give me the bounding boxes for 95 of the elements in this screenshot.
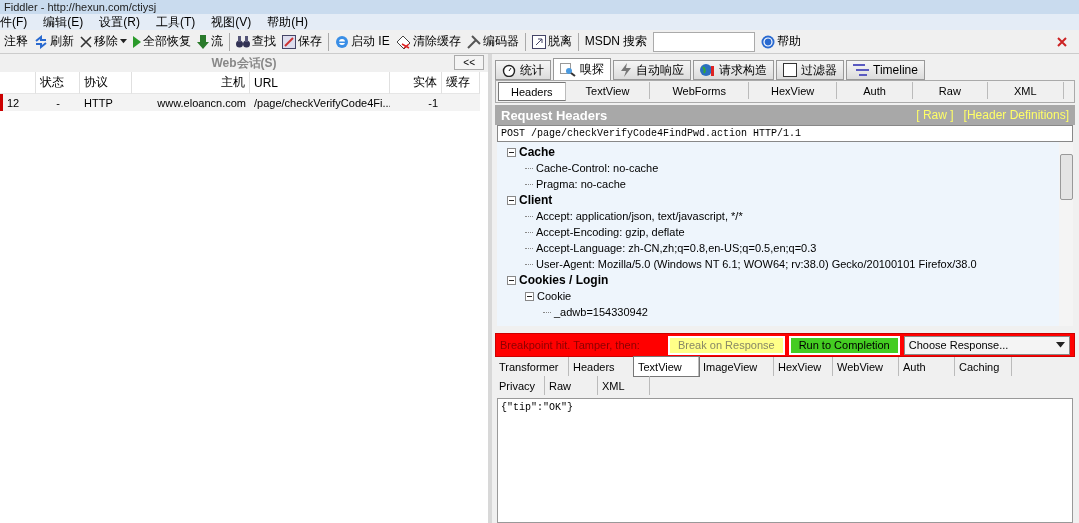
tab[interactable]: Headers [498,82,566,101]
toolbar-button[interactable]: 保存 [282,33,322,50]
menu-item[interactable]: 帮助(H) [267,13,308,31]
header-field: Cookie [537,290,572,302]
inspect-icon [560,62,576,77]
search-label: MSDN 搜索 [584,33,648,50]
close-x-icon [80,35,92,48]
browser-e-icon [335,34,349,49]
timeline-icon [853,64,869,76]
detach-window-icon [531,34,546,49]
toolbar-button[interactable]: 查找 [236,33,276,50]
lightning-icon [620,63,632,77]
toolbar-button[interactable]: 注释 [4,33,28,50]
table-cell: HTTP [80,94,132,111]
tab[interactable]: Raw [912,82,988,99]
breakpoint-button[interactable]: Run to Completion [788,335,900,355]
menu-item[interactable]: 编辑(E) [43,13,84,31]
down-arrow-icon [197,34,209,49]
search-field[interactable] [653,31,756,52]
menu-item[interactable]: 设置(R) [99,13,140,31]
tab[interactable]: TextView [565,82,651,99]
collapse-minus-icon[interactable] [507,195,516,205]
dropdown-caret-icon [120,39,127,44]
table-cell: /page/checkVerifyCode4Fi... [250,94,390,111]
tab[interactable]: HexView [774,357,833,376]
header-field: Accept: application/json, text/javascript, */* [536,210,743,222]
header-field: Pragma: no-cache [536,178,626,190]
header-group: Cookies / Login [519,273,609,287]
table-cell [442,94,480,111]
header-field: User-Agent: Mozilla/5.0 (Windows NT 6.1; WOW64; rv:38.0) Gecko/20100101 Firefox/38.0 [536,258,977,270]
checkbox-icon [783,63,797,77]
scrollbar[interactable] [1059,142,1073,326]
header-group: Cache [519,145,556,159]
tab[interactable]: 统计 [495,60,551,80]
collapse-minus-icon[interactable] [525,291,534,301]
toolbar-button[interactable]: 全部恢复 [133,33,191,50]
toolbar-button[interactable]: 流 [197,33,223,50]
dropdown-caret-icon [1056,342,1065,348]
toolbar-button[interactable]: 脱离 [531,33,572,50]
binoculars-icon [236,35,250,48]
save-icon [282,34,296,49]
help-icon [761,34,776,49]
tab[interactable]: 过滤器 [776,60,844,80]
globe-icon [700,63,715,77]
tab[interactable]: XML [598,376,650,395]
header-field: _adwb=154330942 [554,306,648,318]
header-field: Accept-Language: zh-CN,zh;q=0.8,en-US;q=0.5,en;q=0.3 [536,242,817,254]
toolbar-button[interactable]: 启动 IE [335,33,390,50]
eraser-icon [395,34,411,49]
tab[interactable]: Caching [955,357,1012,376]
tab[interactable]: Auth [837,82,913,99]
collapse-minus-icon[interactable] [507,147,516,157]
section-title: Request Headers [501,107,608,123]
tab[interactable]: TextView [634,357,699,376]
collapse-button[interactable]: << [454,55,484,70]
play-icon [133,35,141,48]
tab[interactable]: 嗅探 [553,58,611,80]
header-field: Cache-Control: no-cache [536,162,659,174]
help-button[interactable]: 帮助 [761,33,802,50]
tab[interactable]: WebView [833,357,899,376]
refresh-arrows-icon [34,34,48,49]
response-dropdown[interactable]: Choose Response... [903,335,1070,355]
stopwatch-icon [502,63,516,77]
tab[interactable]: HexView [749,82,838,99]
toolbar-button[interactable]: 编码器 [466,33,519,50]
close-icon[interactable] [1057,36,1067,47]
tab[interactable]: WebForms [650,82,749,99]
response-text: {"tip":"OK"} [501,402,573,413]
breakpoint-message: Breakpoint hit. Tamper, then: [500,339,641,351]
window-title: Fiddler - http://hexun.com/ctiysj [4,0,157,14]
panel-title: Web会话(S) [211,54,277,72]
tab[interactable]: 请求构造 [693,60,774,80]
collapse-minus-icon[interactable] [507,275,516,285]
toolbar-button[interactable]: 清除缓存 [395,33,461,50]
tab[interactable]: Timeline [846,60,925,80]
table-cell: www.eloancn.com [132,94,250,111]
tab[interactable]: XML [987,82,1064,99]
tab[interactable]: 自动响应 [613,60,691,80]
table-cell: -1 [390,94,442,111]
tab[interactable]: ImageView [699,357,774,376]
menu-item[interactable]: 件(F) [0,13,28,31]
header-field: Accept-Encoding: gzip, deflate [536,226,685,238]
table-cell: - [36,94,80,111]
tab[interactable]: Raw [545,376,598,395]
toolbar-button[interactable]: 刷新 [34,33,74,50]
toolbar-button[interactable]: 移除 [80,33,127,50]
tools-icon [466,34,481,49]
menu-item[interactable]: 工具(T) [156,13,196,31]
tab[interactable]: Auth [899,357,955,376]
tab[interactable]: Transformer [495,357,569,376]
menu-item[interactable]: 视图(V) [211,13,252,31]
tab[interactable]: Privacy [495,376,545,395]
header-group: Client [519,193,553,207]
breakpoint-button[interactable]: Break on Response [668,335,785,355]
table-cell: 12 [0,94,36,111]
